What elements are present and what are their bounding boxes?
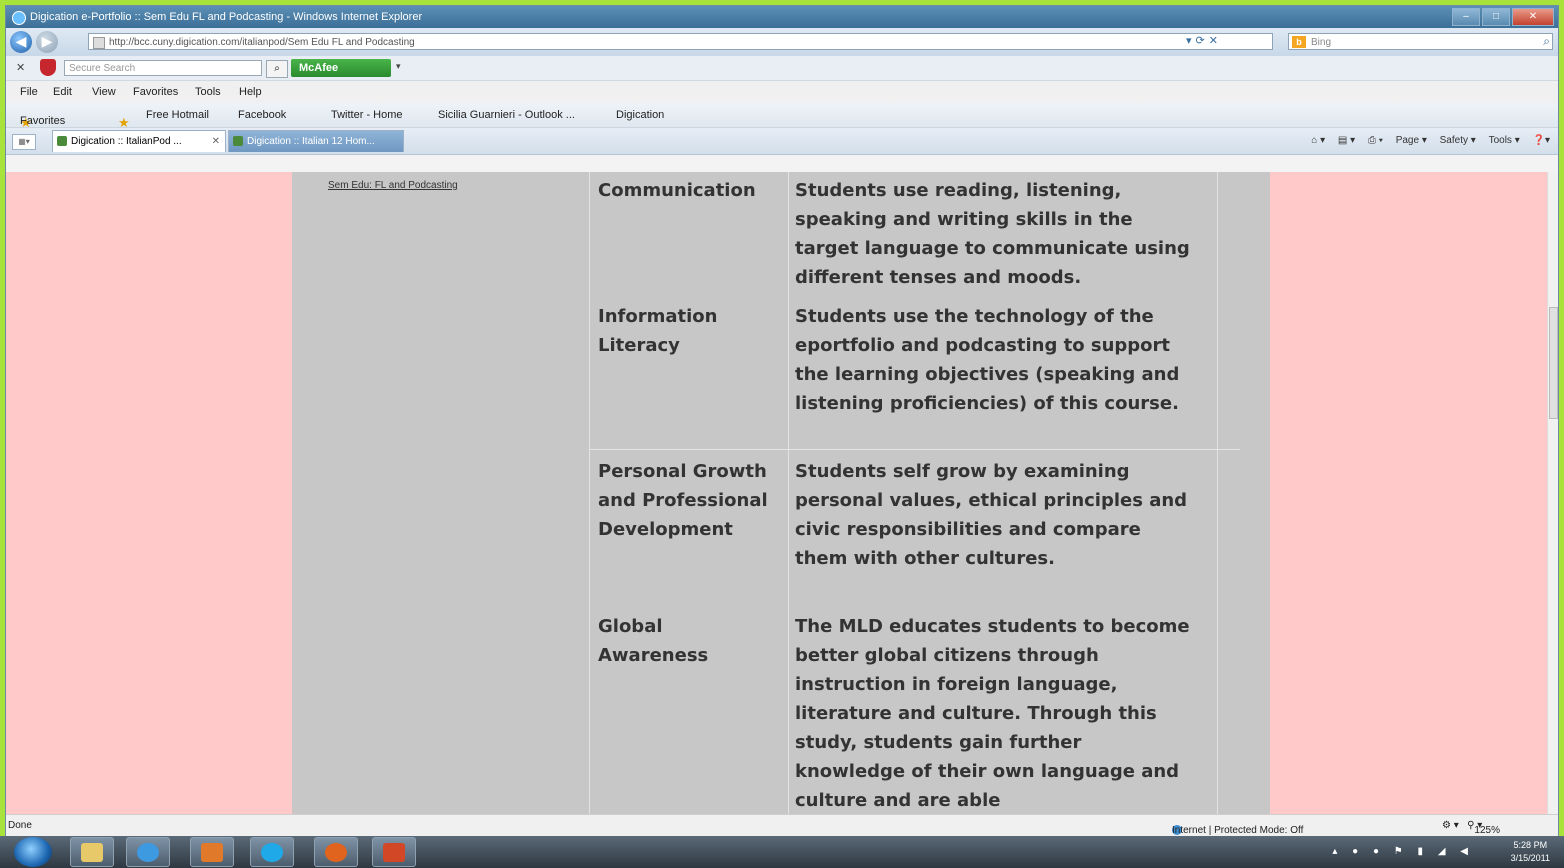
system-clock[interactable]: 5:28 PM 3/15/2011 [1511,839,1550,865]
bing-icon: b [1292,36,1306,48]
address-row: ◀ ▶ http://bcc.cuny.digication.com/itali… [6,28,1558,56]
taskbar-explorer[interactable] [70,837,114,867]
chevron-down-icon[interactable]: ▾ [396,61,401,72]
mcafee-button[interactable]: McAfee [291,59,391,77]
vertical-scrollbar[interactable] [1547,172,1558,814]
fav-link-digication[interactable]: Digication [616,109,664,121]
refresh-stop-icons[interactable]: ▾⟳✕ [1186,34,1222,47]
table-divider [788,172,789,814]
bing-search-input[interactable]: b Bing [1288,33,1553,50]
browser-window: Digication e-Portfolio :: Sem Edu FL and… [6,6,1558,836]
search-icon[interactable]: ⌕ [1543,34,1550,49]
taskbar-skype[interactable] [250,837,294,867]
scrollbar-thumb[interactable] [1549,307,1558,419]
back-button[interactable]: ◀ [10,31,32,53]
menu-view[interactable]: View [92,86,116,98]
system-tray[interactable]: ▴ ● ● ⚑ ▮ ◢ ◀ [1332,846,1474,857]
ie-icon [137,843,159,862]
toolbar-close-icon[interactable]: ✕ [16,61,25,74]
sidebar-link-sem-edu[interactable]: Sem Edu: FL and Podcasting [328,180,458,191]
security-zone-label: Internet | Protected Mode: Off [1172,825,1304,836]
status-text: Done [8,820,32,831]
clock-time: 5:28 PM [1513,840,1548,850]
menu-help[interactable]: Help [239,86,262,98]
tab-row: ▦▾ Digication :: ItalianPod ... ✕ Digica… [6,128,1558,155]
title-bar: Digication e-Portfolio :: Sem Edu FL and… [6,6,1558,28]
row-desc-personal-growth: Students self grow by examining personal… [795,461,1188,569]
menu-favorites[interactable]: Favorites [133,86,178,98]
row-label-communication: Communication [598,180,756,201]
row-label-information-literacy: Information Literacy [598,306,718,356]
row-desc-information-literacy: Students use the technology of the eport… [795,306,1180,414]
media-icon [201,843,223,862]
window-controls: – □ ✕ [1452,8,1554,26]
menu-edit[interactable]: Edit [53,86,72,98]
print-icon[interactable]: ⎙ ▾ [1368,135,1383,146]
feeds-icon[interactable]: ▤ ▾ [1338,135,1355,146]
menu-file[interactable]: File [20,86,38,98]
maximize-button[interactable]: □ [1482,8,1510,26]
table-divider [589,172,590,814]
start-button[interactable] [14,837,52,867]
mcafee-toolbar: ✕ Secure Search ⌕ McAfee ▾ [6,56,1558,81]
status-bar: Done Internet | Protected Mode: Off ⚙ ▾ … [6,814,1558,836]
secure-search-button[interactable]: ⌕ [266,60,288,78]
row-desc-communication: Students use reading, listening, speakin… [795,180,1190,288]
secure-search-input[interactable]: Secure Search [64,60,262,76]
help-icon[interactable]: ❓▾ [1533,135,1550,146]
command-page[interactable]: Page ▾ [1396,135,1427,146]
table-divider [1217,172,1218,814]
row-label-personal-growth: Personal Growth and Professional Develop… [598,461,768,540]
command-tools[interactable]: Tools ▾ [1489,135,1520,146]
favorites-bar: ★ Favorites ★ Free Hotmail Facebook Twit… [6,103,1558,130]
fav-link-facebook[interactable]: Facebook [238,109,286,121]
fav-link-twitter[interactable]: Twitter - Home [331,109,403,121]
menu-tools[interactable]: Tools [195,86,221,98]
tab-label: Digication :: ItalianPod ... [71,136,182,147]
favorites-label: Favorites [20,115,66,127]
skype-icon [261,843,283,862]
row-divider [590,449,1240,450]
home-icon[interactable]: ⌂ ▾ [1311,135,1325,146]
fav-link-outlook[interactable]: Sicilia Guarnieri - Outlook ... [438,109,575,121]
clock-date: 3/15/2011 [1510,853,1550,863]
bing-placeholder: Bing [1311,37,1332,48]
folder-icon [81,843,103,862]
row-desc-global-awareness: The MLD educates students to become bett… [795,616,1190,811]
taskbar: ▴ ● ● ⚑ ▮ ◢ ◀ 5:28 PM 3/15/2011 [0,836,1564,868]
firefox-icon [325,843,347,862]
menu-bar: File Edit View Favorites Tools Help [6,81,1558,103]
forward-button[interactable]: ▶ [36,31,58,53]
address-url: http://bcc.cuny.digication.com/italianpo… [109,37,415,48]
taskbar-firefox[interactable] [314,837,358,867]
zoom-control[interactable]: ⚙ ▾ ⚲ 125% ▾ [1442,820,1500,836]
tab-label: Digication :: Italian 12 Hom... [247,136,375,147]
taskbar-powerpoint[interactable] [372,837,416,867]
ie-icon [12,11,26,25]
tab-favicon [57,136,67,146]
address-bar[interactable]: http://bcc.cuny.digication.com/italianpo… [88,33,1273,50]
taskbar-media[interactable] [190,837,234,867]
page-content: Sem Edu: FL and Podcasting Communication… [6,172,1558,814]
quick-tabs-icon[interactable]: ▦▾ [12,134,36,150]
fav-link-hotmail[interactable]: Free Hotmail [146,109,209,121]
tab-close-icon[interactable]: ✕ [212,131,220,152]
mcafee-shield-icon [40,59,56,76]
close-button[interactable]: ✕ [1512,8,1554,26]
window-title: Digication e-Portfolio :: Sem Edu FL and… [30,11,423,23]
zoom-level: 125% [1474,825,1500,836]
powerpoint-icon [383,843,405,862]
tab-italian-12[interactable]: Digication :: Italian 12 Hom... [228,130,404,152]
page-icon [93,37,105,49]
command-safety[interactable]: Safety ▾ [1440,135,1476,146]
taskbar-ie[interactable] [126,837,170,867]
tab-favicon [233,136,243,146]
minimize-button[interactable]: – [1452,8,1480,26]
tab-italianpod[interactable]: Digication :: ItalianPod ... ✕ [52,130,226,152]
page-column: Sem Edu: FL and Podcasting Communication… [292,172,1270,814]
command-bar: ⌂ ▾ ▤ ▾ ⎙ ▾ Page ▾ Safety ▾ Tools ▾ ❓▾ [1301,135,1550,146]
row-label-global-awareness: Global Awareness [598,616,709,666]
